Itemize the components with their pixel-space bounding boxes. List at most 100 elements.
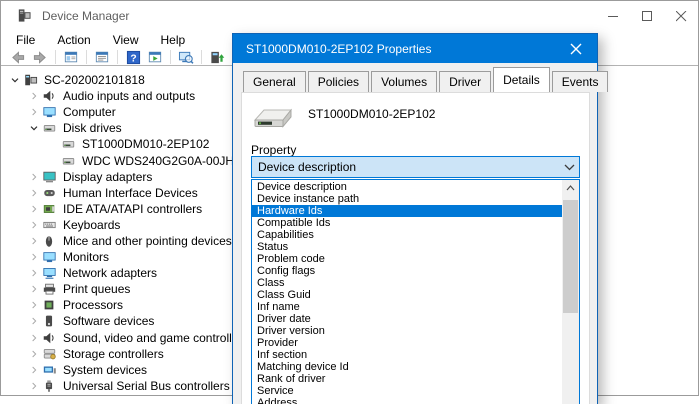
chevron-collapsed-icon[interactable] xyxy=(26,105,42,119)
close-icon xyxy=(570,43,582,55)
chevron-expanded-icon[interactable] xyxy=(26,121,42,135)
chevron-collapsed-icon[interactable] xyxy=(26,331,42,345)
dropdown-option[interactable]: Address xyxy=(252,397,562,404)
property-combobox[interactable]: Device description xyxy=(251,156,580,178)
tab-events[interactable]: Events xyxy=(552,71,609,92)
tree-chevron-none xyxy=(45,137,61,151)
dropdown-scrollbar[interactable] xyxy=(562,180,579,404)
chevron-collapsed-icon[interactable] xyxy=(26,347,42,361)
menu-action[interactable]: Action xyxy=(46,31,101,49)
dropdown-option[interactable]: Capabilities xyxy=(252,229,562,241)
speaker-icon xyxy=(42,331,60,345)
tab-policies[interactable]: Policies xyxy=(308,71,369,92)
console-window-icon[interactable] xyxy=(63,49,79,65)
chevron-collapsed-icon[interactable] xyxy=(26,266,42,280)
chevron-collapsed-icon[interactable] xyxy=(26,186,42,200)
menu-view[interactable]: View xyxy=(102,31,150,49)
tab-volumes[interactable]: Volumes xyxy=(371,71,437,92)
dialog-title: ST1000DM010-2EP102 Properties xyxy=(246,42,431,56)
system-icon xyxy=(42,363,60,377)
dropdown-option[interactable]: Inf name xyxy=(252,301,562,313)
chevron-collapsed-icon[interactable] xyxy=(26,89,42,103)
dropdown-option[interactable]: Device description xyxy=(252,181,562,193)
dropdown-option[interactable]: Compatible Ids xyxy=(252,217,562,229)
dropdown-option[interactable]: Provider xyxy=(252,337,562,349)
chevron-collapsed-icon[interactable] xyxy=(26,250,42,264)
dropdown-option[interactable]: Service xyxy=(252,385,562,397)
property-dropdown-list: Device descriptionDevice instance pathHa… xyxy=(251,179,580,404)
tree-item-label: Sound, video and game controllers xyxy=(63,331,248,345)
tree-indent xyxy=(1,128,26,129)
tree-item-label: Monitors xyxy=(63,250,109,264)
ide-icon xyxy=(42,202,60,216)
dropdown-option[interactable]: Device instance path xyxy=(252,193,562,205)
dropdown-option[interactable]: Class Guid xyxy=(252,289,562,301)
keyboard-icon xyxy=(42,218,60,232)
tree-indent xyxy=(1,273,26,274)
dialog-close-button[interactable] xyxy=(555,34,597,63)
chevron-collapsed-icon[interactable] xyxy=(26,379,42,393)
chevron-collapsed-icon[interactable] xyxy=(26,234,42,248)
network-icon xyxy=(42,266,60,280)
tree-indent xyxy=(1,112,26,113)
chevron-collapsed-icon[interactable] xyxy=(26,170,42,184)
forward-arrow-icon[interactable] xyxy=(32,49,48,65)
dropdown-option[interactable]: Status xyxy=(252,241,562,253)
storage-icon xyxy=(42,347,60,361)
tree-chevron-none xyxy=(45,154,61,168)
tree-item-label: System devices xyxy=(63,363,147,377)
dropdown-options: Device descriptionDevice instance pathHa… xyxy=(252,181,562,404)
hid-icon xyxy=(42,186,60,200)
dialog-body: GeneralPoliciesVolumesDriverDetailsEvent… xyxy=(233,63,597,404)
chevron-collapsed-icon[interactable] xyxy=(26,314,42,328)
svg-text:?: ? xyxy=(130,53,136,64)
tree-item-label: Keyboards xyxy=(63,218,120,232)
chevron-collapsed-icon[interactable] xyxy=(26,218,42,232)
chevron-collapsed-icon[interactable] xyxy=(26,282,42,296)
tab-driver[interactable]: Driver xyxy=(439,71,491,92)
toolbar-divider xyxy=(86,50,87,64)
processor-icon xyxy=(42,298,60,312)
chevron-down-icon[interactable] xyxy=(559,157,579,177)
pc-root-icon xyxy=(23,73,41,87)
dropdown-option[interactable]: Config flags xyxy=(252,265,562,277)
tree-item-label: IDE ATA/ATAPI controllers xyxy=(63,202,202,216)
dropdown-option[interactable]: Matching device Id xyxy=(252,361,562,373)
menu-help[interactable]: Help xyxy=(150,31,197,49)
menu-file[interactable]: File xyxy=(5,31,46,49)
minimize-button[interactable] xyxy=(596,1,630,31)
update-driver-icon[interactable] xyxy=(209,49,225,65)
properties-window-icon[interactable] xyxy=(94,49,110,65)
chevron-collapsed-icon[interactable] xyxy=(26,202,42,216)
dropdown-option[interactable]: Inf section xyxy=(252,349,562,361)
dropdown-option[interactable]: Driver date xyxy=(252,313,562,325)
tree-indent xyxy=(1,208,26,209)
dropdown-option[interactable]: Driver version xyxy=(252,325,562,337)
tree-item-label: ST1000DM010-2EP102 xyxy=(82,137,209,151)
window-run-icon[interactable] xyxy=(147,49,163,65)
combobox-value: Device description xyxy=(258,160,559,174)
dropdown-option[interactable]: Class xyxy=(252,277,562,289)
scrollbar-thumb[interactable] xyxy=(563,200,578,313)
toolbar-divider xyxy=(117,50,118,64)
scan-hardware-icon[interactable] xyxy=(178,49,194,65)
tab-details[interactable]: Details xyxy=(493,67,550,92)
chevron-expanded-icon[interactable] xyxy=(7,73,23,87)
tree-indent xyxy=(1,369,26,370)
dropdown-option[interactable]: Problem code xyxy=(252,253,562,265)
maximize-button[interactable] xyxy=(630,1,664,31)
help-icon[interactable]: ? xyxy=(125,49,141,65)
dropdown-option[interactable]: Hardware Ids xyxy=(252,205,562,217)
scroll-up-icon[interactable] xyxy=(562,180,579,195)
back-arrow-icon[interactable] xyxy=(10,49,26,65)
window-title: Device Manager xyxy=(42,9,129,23)
tree-indent xyxy=(1,176,26,177)
tree-indent xyxy=(1,353,26,354)
close-button[interactable] xyxy=(664,1,698,31)
tab-general[interactable]: General xyxy=(243,71,306,92)
tree-indent xyxy=(1,192,26,193)
chevron-collapsed-icon[interactable] xyxy=(26,363,42,377)
chevron-collapsed-icon[interactable] xyxy=(26,298,42,312)
dropdown-option[interactable]: Rank of driver xyxy=(252,373,562,385)
tree-indent xyxy=(1,337,26,338)
